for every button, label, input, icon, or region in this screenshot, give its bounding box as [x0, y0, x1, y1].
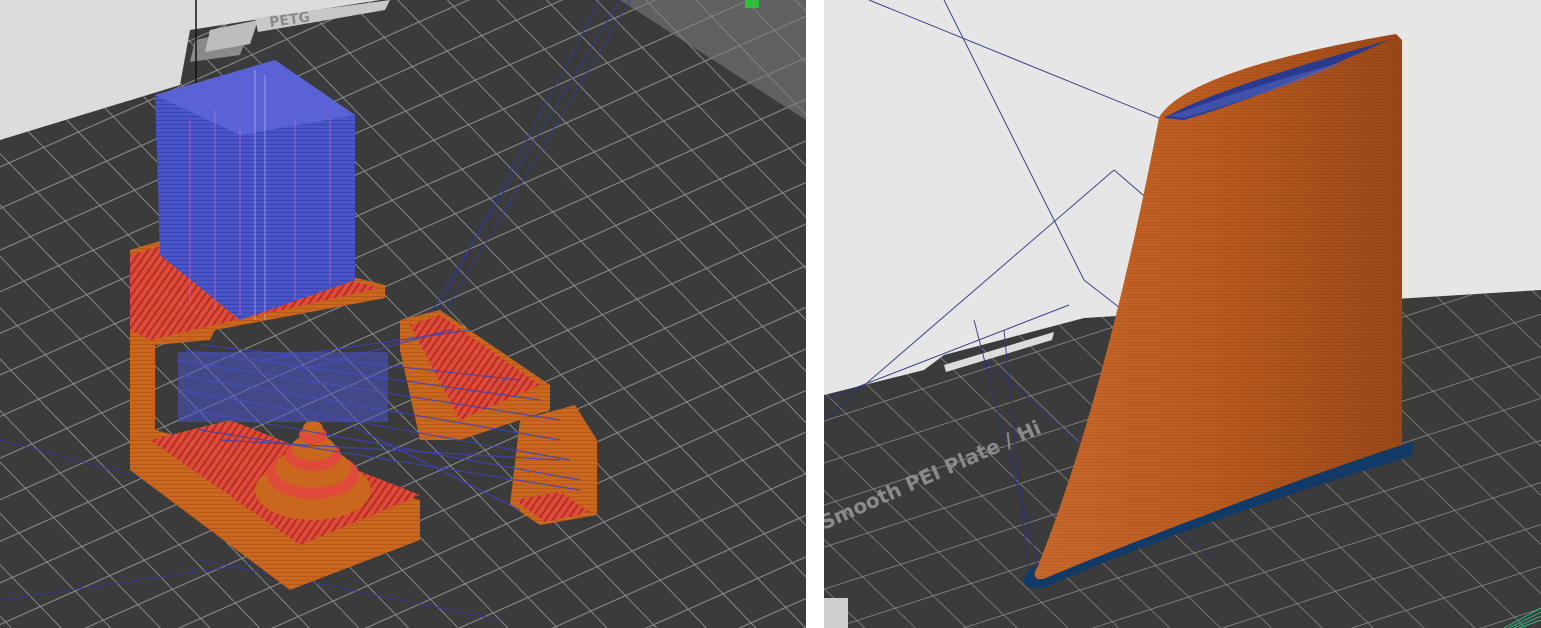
left-scene: PETG: [0, 0, 806, 628]
viewport-left[interactable]: PETG: [0, 0, 806, 628]
panel-divider: [806, 0, 824, 628]
viewport-right[interactable]: Smooth PEI Plate / Hi: [824, 0, 1541, 628]
bed-corner: [824, 598, 848, 628]
axis-indicator-icon: [745, 0, 759, 8]
right-scene: Smooth PEI Plate / Hi: [824, 0, 1541, 628]
